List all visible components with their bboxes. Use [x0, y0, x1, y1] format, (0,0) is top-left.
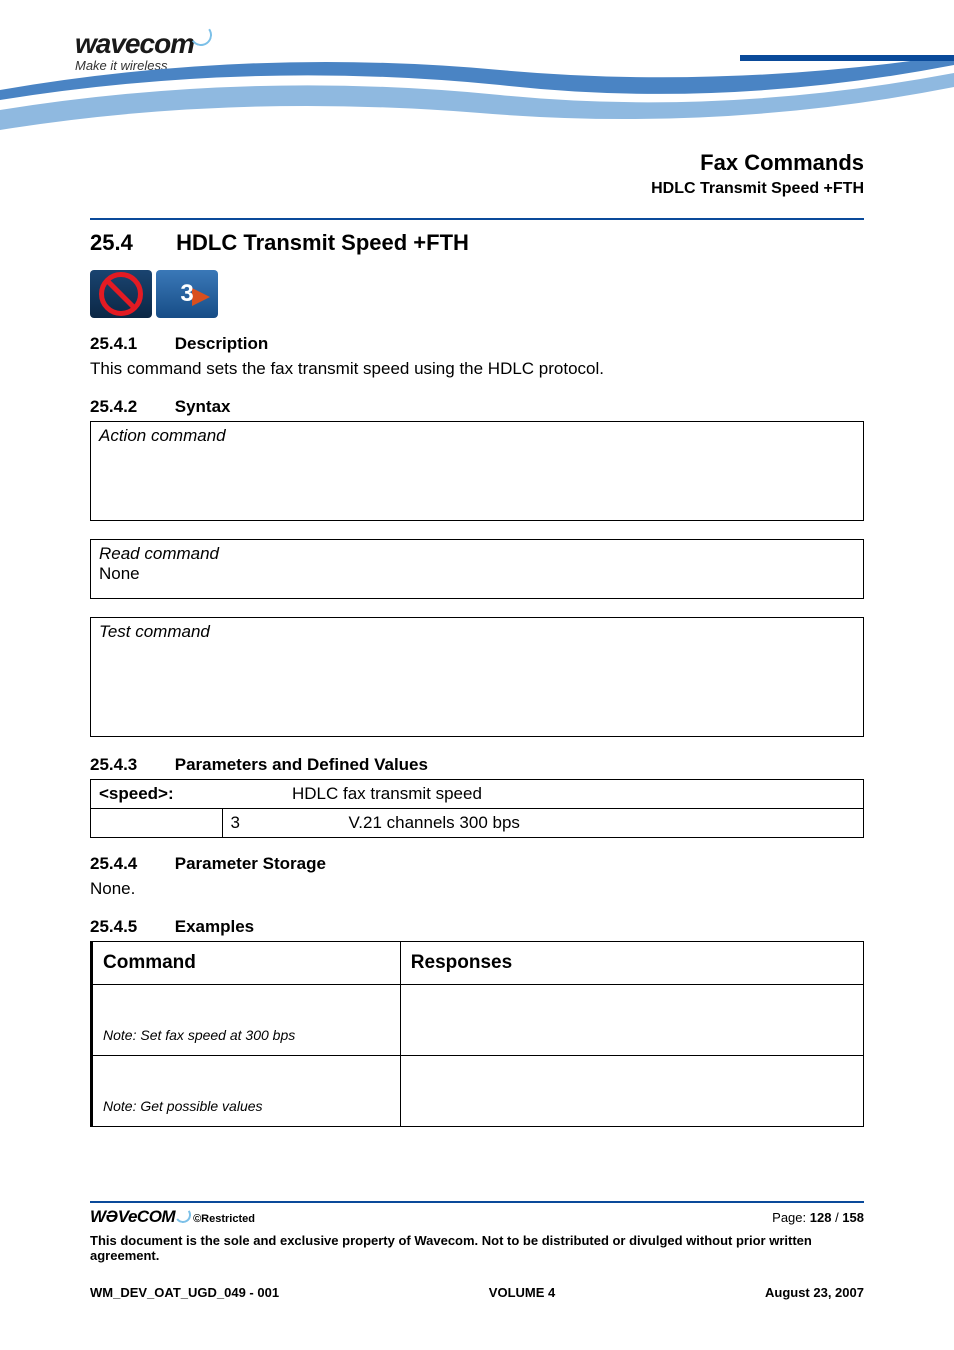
content-area: Fax Commands HDLC Transmit Speed +FTH 25…: [0, 140, 954, 1127]
icon-3-label: 3: [180, 280, 193, 308]
compat-icons: 3: [90, 270, 864, 318]
storage-text: None.: [90, 878, 864, 901]
prohibition-circle-icon: [99, 272, 143, 316]
footer-date: August 23, 2007: [765, 1285, 864, 1300]
header-swoop: [0, 55, 954, 140]
footer-brand-block: WƏVeCOM ©Restricted: [90, 1207, 255, 1227]
subsection-storage: 25.4.4 Parameter Storage: [90, 854, 864, 874]
doc-subtitle: HDLC Transmit Speed +FTH: [90, 180, 864, 198]
params-table: <speed>: HDLC fax transmit speed 3 V.21 …: [90, 779, 864, 838]
test-command-label: Test command: [99, 622, 855, 642]
footer-line-3: WM_DEV_OAT_UGD_049 - 001 VOLUME 4 August…: [90, 1285, 864, 1300]
sub-desc-number: 25.4.1: [90, 334, 170, 354]
footer-volume: VOLUME 4: [489, 1285, 555, 1300]
header-divider: [90, 218, 864, 220]
footer-line-1: WƏVeCOM ©Restricted Page: 128 / 158: [90, 1207, 864, 1227]
sub-examples-number: 25.4.5: [90, 917, 170, 937]
footer-brand: WƏVeCOM: [90, 1207, 175, 1226]
page-footer: WƏVeCOM ©Restricted Page: 128 / 158 This …: [90, 1201, 864, 1300]
test-command-box: Test command: [90, 617, 864, 737]
sub-syntax-number: 25.4.2: [90, 397, 170, 417]
example-row: Note: Get possible values: [92, 1055, 864, 1126]
footer-doc-id: WM_DEV_OAT_UGD_049 - 001: [90, 1285, 279, 1300]
subsection-params: 25.4.3 Parameters and Defined Values: [90, 755, 864, 775]
sub-syntax-title: Syntax: [175, 397, 231, 416]
section-heading: 25.4 HDLC Transmit Speed +FTH: [90, 230, 864, 256]
example-row: Note: Set fax speed at 300 bps: [92, 984, 864, 1055]
page: wavecom Make it wireless Fax Commands HD…: [0, 0, 954, 1350]
col-command: Command: [92, 941, 401, 984]
sub-storage-number: 25.4.4: [90, 854, 170, 874]
param-name: <speed>:: [91, 779, 223, 808]
page-current: 128: [810, 1210, 832, 1225]
action-command-label: Action command: [99, 426, 855, 446]
example-note: Note: Get possible values: [103, 1098, 263, 1114]
page-total: 158: [842, 1210, 864, 1225]
subsection-description: 25.4.1 Description: [90, 334, 864, 354]
three-arrow-icon: 3: [156, 270, 218, 318]
example-response: [400, 1055, 863, 1126]
subsection-examples: 25.4.5 Examples: [90, 917, 864, 937]
swoosh-icon: [174, 1206, 193, 1225]
sub-params-title: Parameters and Defined Values: [175, 755, 428, 774]
param-desc: HDLC fax transmit speed: [222, 779, 864, 808]
param-row: 3 V.21 channels 300 bps: [91, 808, 864, 837]
param-header-row: <speed>: HDLC fax transmit speed: [91, 779, 864, 808]
example-note: Note: Set fax speed at 300 bps: [103, 1027, 295, 1043]
sub-examples-title: Examples: [175, 917, 254, 936]
section-title: HDLC Transmit Speed +FTH: [176, 230, 469, 255]
read-command-box: Read command None: [90, 539, 864, 599]
header-band: wavecom Make it wireless: [0, 0, 954, 140]
example-response: [400, 984, 863, 1055]
action-command-box: Action command: [90, 421, 864, 521]
param-value: 3: [222, 808, 289, 837]
param-value-desc: V.21 channels 300 bps: [289, 808, 864, 837]
footer-divider: [90, 1201, 864, 1203]
page-label: Page:: [772, 1210, 810, 1225]
read-command-value: None: [99, 564, 855, 584]
page-sep: /: [831, 1210, 842, 1225]
doc-category: Fax Commands: [90, 150, 864, 176]
read-command-label: Read command: [99, 544, 855, 564]
no-sign-icon: [90, 270, 152, 318]
examples-header-row: Command Responses: [92, 941, 864, 984]
footer-disclaimer: This document is the sole and exclusive …: [90, 1233, 864, 1263]
subsection-syntax: 25.4.2 Syntax: [90, 397, 864, 417]
sub-storage-title: Parameter Storage: [175, 854, 326, 873]
footer-restricted: ©Restricted: [193, 1213, 255, 1225]
page-header-right: Fax Commands HDLC Transmit Speed +FTH: [90, 150, 864, 198]
sub-params-number: 25.4.3: [90, 755, 170, 775]
description-text: This command sets the fax transmit speed…: [90, 358, 864, 381]
footer-page: Page: 128 / 158: [772, 1210, 864, 1225]
col-responses: Responses: [400, 941, 863, 984]
examples-table: Command Responses Note: Set fax speed at…: [90, 941, 864, 1127]
sub-desc-title: Description: [175, 334, 269, 353]
section-number: 25.4: [90, 230, 170, 256]
